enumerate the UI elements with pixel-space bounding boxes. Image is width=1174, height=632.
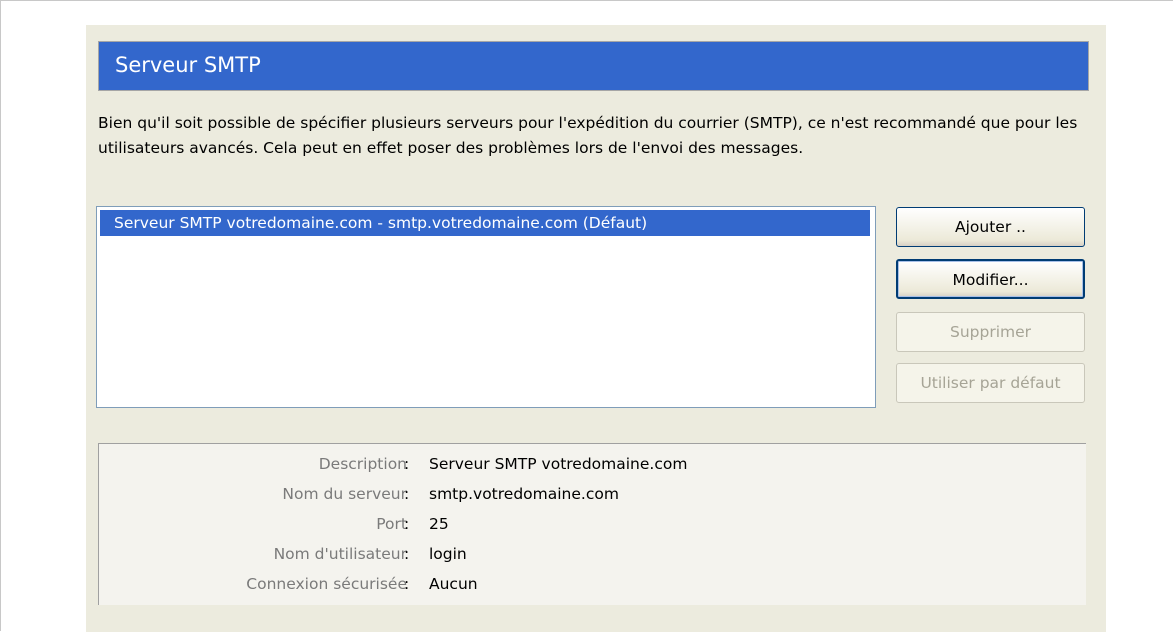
- delete-button-label: Supprimer: [949, 323, 1032, 341]
- set-default-button-label: Utiliser par défaut: [920, 374, 1061, 392]
- add-button-label: Ajouter ..: [955, 218, 1026, 236]
- detail-label: Port: [376, 515, 407, 533]
- detail-label: Description: [318, 455, 407, 473]
- description-text: Bien qu'il soit possible de spécifier pl…: [98, 114, 1078, 157]
- detail-separator: :: [404, 545, 410, 563]
- detail-separator: :: [404, 455, 410, 473]
- detail-value: Aucun: [429, 575, 478, 593]
- set-default-button[interactable]: Utiliser par défaut: [896, 363, 1085, 403]
- list-item[interactable]: Serveur SMTP votredomaine.com - smtp.vot…: [100, 210, 870, 236]
- detail-label: Connexion sécurisée: [246, 575, 407, 593]
- detail-label: Nom du serveur: [282, 485, 407, 503]
- detail-separator: :: [404, 485, 410, 503]
- server-details: Description : Serveur SMTP votredomaine.…: [98, 443, 1086, 605]
- edit-button-label: Modifier...: [952, 271, 1029, 289]
- add-button[interactable]: Ajouter ..: [896, 207, 1085, 247]
- detail-separator: :: [404, 515, 410, 533]
- section-title: Serveur SMTP: [115, 53, 261, 77]
- detail-row-secure-connection: Connexion sécurisée : Aucun: [99, 570, 1087, 598]
- detail-row-username: Nom d'utilisateur : login: [99, 540, 1087, 568]
- detail-value: 25: [429, 515, 449, 533]
- delete-button[interactable]: Supprimer: [896, 312, 1085, 352]
- edit-button[interactable]: Modifier...: [896, 259, 1085, 299]
- detail-value: smtp.votredomaine.com: [429, 485, 619, 503]
- detail-label: Nom d'utilisateur: [273, 545, 407, 563]
- detail-value: login: [429, 545, 467, 563]
- detail-separator: :: [404, 575, 410, 593]
- detail-row-description: Description : Serveur SMTP votredomaine.…: [99, 450, 1087, 478]
- detail-row-server-name: Nom du serveur : smtp.votredomaine.com: [99, 480, 1087, 508]
- detail-value: Serveur SMTP votredomaine.com: [429, 455, 688, 473]
- section-header: Serveur SMTP: [98, 41, 1089, 91]
- detail-row-port: Port : 25: [99, 510, 1087, 538]
- smtp-server-list[interactable]: Serveur SMTP votredomaine.com - smtp.vot…: [96, 206, 876, 408]
